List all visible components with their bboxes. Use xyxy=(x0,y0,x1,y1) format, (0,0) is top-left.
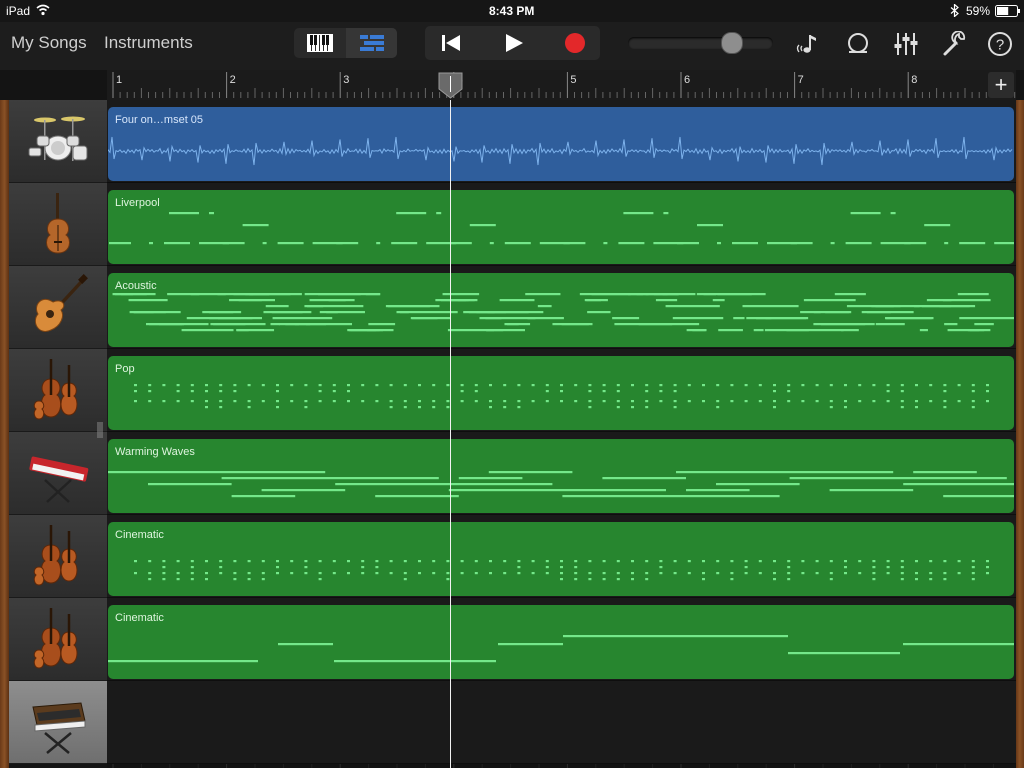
track-header[interactable] xyxy=(9,100,107,183)
my-songs-button[interactable]: My Songs xyxy=(11,33,87,53)
region[interactable]: Acoustic xyxy=(108,273,1014,347)
ruler-bar-6: 6 xyxy=(684,74,691,86)
track-lane[interactable]: Acoustic xyxy=(107,266,1016,349)
synth-keyboard-icon xyxy=(29,456,89,503)
region-label: Four on…mset 05 xyxy=(115,114,204,126)
region[interactable]: Pop xyxy=(108,356,1014,430)
clock: 8:43 PM xyxy=(489,4,535,18)
instruments-button[interactable]: Instruments xyxy=(104,33,193,53)
bluetooth-icon xyxy=(950,4,959,17)
strings-icon xyxy=(33,359,78,420)
timeline-ruler[interactable]: 12345678 xyxy=(107,70,1016,101)
strings-icon xyxy=(33,525,78,586)
piano-keyboard-icon xyxy=(306,34,333,52)
track-header[interactable] xyxy=(9,266,107,349)
settings-wrench-icon[interactable] xyxy=(942,31,968,57)
track-lanes: Four on…mset 05 Liverpool Acoustic Pop Warmi… xyxy=(107,100,1016,768)
track-header[interactable] xyxy=(9,349,107,432)
region-notes xyxy=(109,212,1014,245)
ruler-bar-1: 1 xyxy=(116,74,123,86)
analog-synth-icon xyxy=(32,702,86,754)
transport-controls xyxy=(425,26,600,60)
rewind-button[interactable] xyxy=(425,26,477,60)
add-track-label: + xyxy=(994,72,1008,97)
tracks-view-button[interactable] xyxy=(346,28,397,58)
header-resize-handle[interactable] xyxy=(97,422,103,438)
battery-percent: 59% xyxy=(966,4,991,18)
track-lane[interactable] xyxy=(107,681,1016,764)
help-icon[interactable]: ? xyxy=(987,31,1013,57)
upright-bass-icon xyxy=(45,193,71,254)
volume-slider[interactable] xyxy=(628,32,773,54)
record-icon xyxy=(564,33,585,53)
region[interactable]: Four on…mset 05 xyxy=(108,107,1014,181)
battery-icon xyxy=(995,5,1020,17)
acoustic-guitar-icon xyxy=(34,274,88,332)
toolbar: My Songs Instruments ? xyxy=(0,22,1024,70)
rewind-icon xyxy=(442,35,460,51)
track-lane[interactable]: Liverpool xyxy=(107,183,1016,266)
play-button[interactable] xyxy=(485,26,543,60)
region-label: Liverpool xyxy=(115,197,160,209)
mixer-icon[interactable] xyxy=(893,31,919,57)
wood-panel-right xyxy=(1015,100,1024,768)
keyboard-view-button[interactable] xyxy=(294,28,345,58)
ruler-bar-2: 2 xyxy=(229,74,236,86)
region-notes xyxy=(112,293,1014,332)
wifi-icon xyxy=(36,4,50,16)
region[interactable]: Cinematic xyxy=(108,605,1014,679)
region[interactable]: Warming Waves xyxy=(108,439,1014,513)
region-label: Pop xyxy=(115,363,135,375)
play-icon xyxy=(506,34,523,52)
svg-text:?: ? xyxy=(996,37,1004,54)
add-track-button[interactable]: + xyxy=(988,72,1014,98)
view-toggle xyxy=(294,28,397,58)
track-header[interactable] xyxy=(9,681,107,764)
region-notes xyxy=(108,471,1014,498)
tracks-view-icon xyxy=(359,35,384,51)
region-notes xyxy=(134,560,989,581)
track-lane[interactable]: Pop xyxy=(107,349,1016,432)
track-header[interactable] xyxy=(9,183,107,266)
region[interactable]: Cinematic xyxy=(108,522,1014,596)
ruler-ticks xyxy=(112,72,1016,98)
region-label: Cinematic xyxy=(115,612,164,624)
note-settings-icon[interactable] xyxy=(796,31,822,57)
region-notes xyxy=(134,384,989,409)
ruler-bar-3: 3 xyxy=(343,74,350,86)
device-name: iPad xyxy=(6,4,31,18)
track-lane[interactable]: Cinematic xyxy=(107,598,1016,681)
ruler-bar-8: 8 xyxy=(911,74,918,86)
region-label: Warming Waves xyxy=(115,446,195,458)
loop-browser-icon[interactable] xyxy=(845,31,871,57)
drum-kit-icon xyxy=(28,116,88,161)
region-notes xyxy=(108,136,1013,166)
playhead-handle[interactable] xyxy=(438,72,463,99)
region-notes xyxy=(108,635,1014,663)
region-label: Acoustic xyxy=(115,280,157,292)
status-bar: iPad 8:43 PM 59% xyxy=(0,0,1024,22)
record-button[interactable] xyxy=(549,26,600,60)
track-header[interactable] xyxy=(9,598,107,681)
volume-knob[interactable] xyxy=(721,32,744,54)
region-label: Cinematic xyxy=(115,529,164,541)
region[interactable]: Liverpool xyxy=(108,190,1014,264)
ruler-bar-5: 5 xyxy=(570,74,577,86)
track-lane[interactable]: Cinematic xyxy=(107,515,1016,598)
track-header[interactable] xyxy=(9,515,107,598)
playhead-line xyxy=(450,100,451,768)
wood-panel-left xyxy=(0,100,9,768)
track-header[interactable] xyxy=(9,432,107,515)
track-lane[interactable]: Warming Waves xyxy=(107,432,1016,515)
strings-icon xyxy=(33,608,78,669)
ruler-bar-7: 7 xyxy=(797,74,804,86)
track-lane[interactable]: Four on…mset 05 xyxy=(107,100,1016,183)
